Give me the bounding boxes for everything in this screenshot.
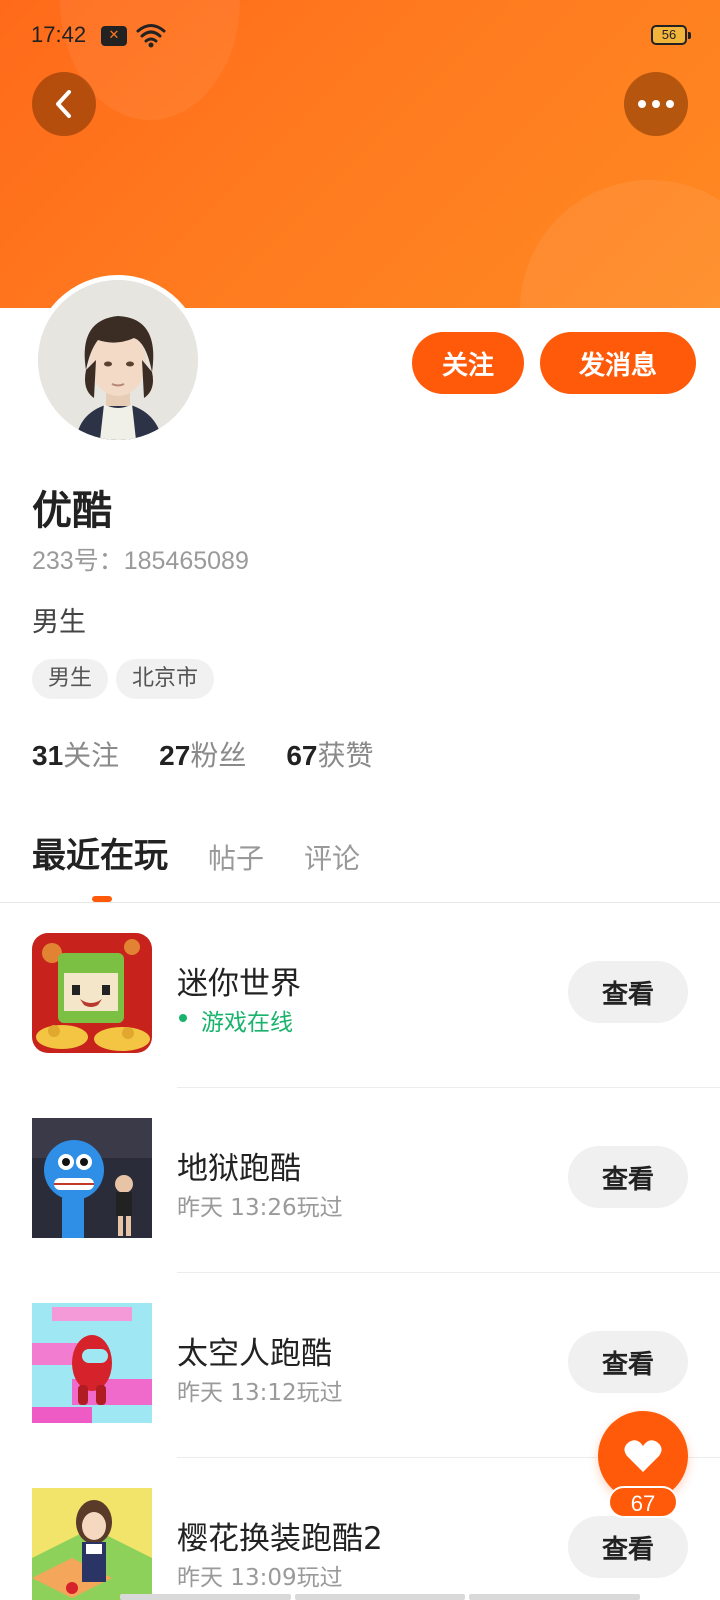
- profile-stats: 31关注 27粉丝 67获赞: [32, 734, 374, 774]
- stat-following-label: 关注: [63, 739, 120, 772]
- game-status-online: 游戏在线: [177, 1003, 293, 1037]
- x-notification-icon: ✕: [101, 26, 127, 46]
- banner-decoration: [520, 180, 720, 308]
- stat-followers-count: 27: [159, 740, 191, 771]
- back-button[interactable]: [32, 72, 96, 136]
- status-time: 17:42: [31, 22, 87, 47]
- battery-indicator: 56: [651, 25, 691, 45]
- game-last-played: 昨天 13:12玩过: [177, 1380, 343, 1406]
- follow-button[interactable]: 关注: [412, 332, 524, 394]
- user-id: 233号：185465089: [32, 547, 249, 575]
- stat-likes-label: 获赞: [317, 739, 374, 772]
- view-button[interactable]: 查看: [568, 1146, 688, 1208]
- stat-likes[interactable]: 67获赞: [286, 734, 373, 774]
- scroll-segment: [120, 1594, 291, 1600]
- heart-icon: [624, 1440, 662, 1472]
- game-thumbnail: [32, 1118, 152, 1238]
- game-title: 地狱跑酷: [177, 1151, 301, 1187]
- like-count-badge: 67: [608, 1486, 678, 1518]
- avatar[interactable]: [33, 275, 203, 445]
- tab-comments[interactable]: 评论: [304, 837, 360, 877]
- bottom-scroll-indicator: [120, 1594, 641, 1600]
- game-thumbnail: [32, 933, 152, 1053]
- stat-followers[interactable]: 27粉丝: [159, 734, 246, 774]
- game-title: 太空人跑酷: [177, 1336, 332, 1372]
- stat-likes-count: 67: [286, 740, 318, 771]
- more-dots-icon: [638, 100, 674, 108]
- chevron-left-icon: [56, 90, 71, 118]
- user-bio: 男生: [32, 607, 86, 638]
- view-button[interactable]: 查看: [568, 1331, 688, 1393]
- list-item[interactable]: 迷你世界 游戏在线 查看: [0, 903, 720, 1088]
- game-last-played: 昨天 13:09玩过: [177, 1565, 343, 1591]
- profile-tags: 男生 北京市: [32, 659, 215, 699]
- view-button[interactable]: 查看: [568, 1516, 688, 1578]
- tag-gender: 男生: [32, 659, 109, 699]
- view-button[interactable]: 查看: [568, 961, 688, 1023]
- send-message-button[interactable]: 发消息: [540, 332, 696, 394]
- game-thumbnail: [32, 1303, 152, 1423]
- status-bar: 17:42 ✕ 56: [0, 0, 720, 72]
- stat-following-count: 31: [32, 740, 64, 771]
- scroll-segment: [294, 1594, 466, 1600]
- game-thumbnail: [32, 1488, 152, 1600]
- stat-following[interactable]: 31关注: [32, 734, 119, 774]
- tab-recent-games[interactable]: 最近在玩: [32, 828, 168, 877]
- game-title: 樱花换装跑酷2: [177, 1521, 383, 1557]
- avatar-image: [38, 280, 198, 440]
- wifi-icon: [136, 24, 166, 48]
- more-button[interactable]: [624, 72, 688, 136]
- game-title: 迷你世界: [177, 966, 301, 1002]
- user-name: 优酷: [32, 488, 112, 534]
- tag-location: 北京市: [116, 659, 215, 699]
- game-last-played: 昨天 13:26玩过: [177, 1195, 343, 1221]
- stat-followers-label: 粉丝: [190, 739, 247, 772]
- profile-tabs: 最近在玩 帖子 评论: [32, 828, 360, 877]
- scroll-segment: [469, 1594, 641, 1600]
- list-item[interactable]: 地狱跑酷 昨天 13:26玩过 查看: [0, 1088, 720, 1273]
- tab-posts[interactable]: 帖子: [208, 837, 264, 877]
